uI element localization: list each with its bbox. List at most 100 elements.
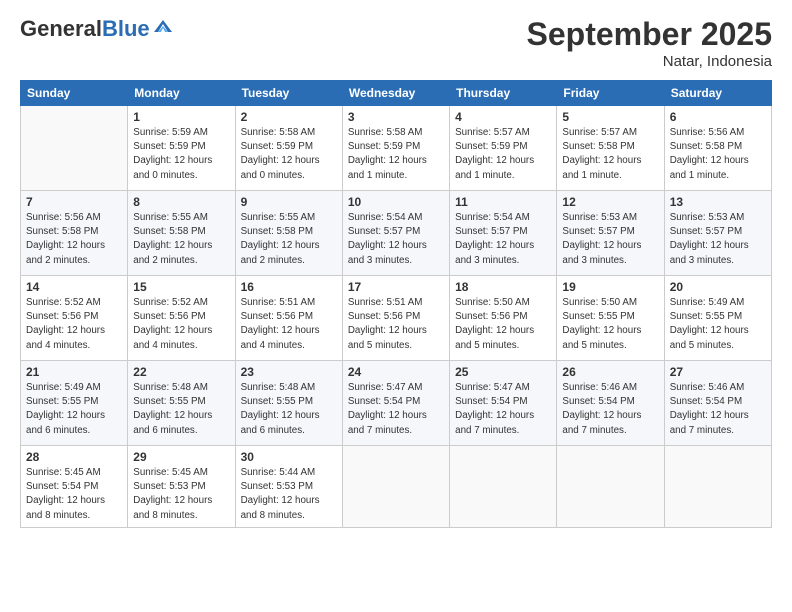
- table-row: 15 Sunrise: 5:52 AMSunset: 5:56 PMDayligh…: [128, 276, 235, 361]
- table-row: 13Sunrise: 5:53 AMSunset: 5:57 PMDayligh…: [664, 191, 771, 276]
- table-row: 12 Sunrise: 5:53 AMSunset: 5:57 PMDayligh…: [557, 191, 664, 276]
- day-number: 2: [241, 110, 337, 124]
- day-number: 19: [562, 280, 658, 294]
- day-number: 21: [26, 365, 122, 379]
- table-row: 2 Sunrise: 5:58 AMSunset: 5:59 PMDaylight…: [235, 106, 342, 191]
- day-info: Sunrise: 5:55 AMSunset: 5:58 PMDaylight:…: [133, 211, 229, 268]
- table-row: 11 Sunrise: 5:54 AMSunset: 5:57 PMDayligh…: [450, 191, 557, 276]
- day-number: 15: [133, 280, 229, 294]
- table-row: 21 Sunrise: 5:49 AMSunset: 5:55 PMDayligh…: [21, 361, 128, 446]
- day-number: 16: [241, 280, 337, 294]
- day-number: 18: [455, 280, 551, 294]
- day-number: 22: [133, 365, 229, 379]
- day-number: 28: [26, 450, 122, 464]
- day-info: Sunrise: 5:52 AMSunset: 5:56 PMDaylight:…: [133, 296, 229, 353]
- table-row: 24 Sunrise: 5:47 AMSunset: 5:54 PMDayligh…: [342, 361, 449, 446]
- table-row: 9Sunrise: 5:55 AMSunset: 5:58 PMDaylight…: [235, 191, 342, 276]
- col-wednesday: Wednesday: [342, 81, 449, 106]
- table-row: 20 Sunrise: 5:49 AMSunset: 5:55 PMDayligh…: [664, 276, 771, 361]
- table-row: 1Sunrise: 5:59 AMSunset: 5:59 PMDaylight…: [128, 106, 235, 191]
- day-number: 5: [562, 110, 658, 124]
- day-info: Sunrise: 5:44 AMSunset: 5:53 PMDaylight:…: [241, 466, 337, 523]
- logo: General Blue: [20, 16, 174, 42]
- day-info: Sunrise: 5:53 AMSunset: 5:57 PMDaylight:…: [562, 211, 658, 268]
- location: Natar, Indonesia: [527, 53, 772, 70]
- table-row: 3 Sunrise: 5:58 AMSunset: 5:59 PMDaylight…: [342, 106, 449, 191]
- day-number: 11: [455, 195, 551, 209]
- day-info: Sunrise: 5:45 AMSunset: 5:53 PMDaylight:…: [133, 466, 229, 523]
- day-number: 12: [562, 195, 658, 209]
- day-info: Sunrise: 5:49 AMSunset: 5:55 PMDaylight:…: [26, 381, 122, 438]
- day-info: Sunrise: 5:49 AMSunset: 5:55 PMDaylight:…: [670, 296, 766, 353]
- day-number: 27: [670, 365, 766, 379]
- day-number: 4: [455, 110, 551, 124]
- logo-icon: [152, 18, 174, 36]
- day-info: Sunrise: 5:48 AMSunset: 5:55 PMDaylight:…: [133, 381, 229, 438]
- day-number: 29: [133, 450, 229, 464]
- table-row: 19 Sunrise: 5:50 AMSunset: 5:55 PMDayligh…: [557, 276, 664, 361]
- day-number: 24: [348, 365, 444, 379]
- day-info: Sunrise: 5:46 AMSunset: 5:54 PMDaylight:…: [670, 381, 766, 438]
- table-row: 22 Sunrise: 5:48 AMSunset: 5:55 PMDayligh…: [128, 361, 235, 446]
- calendar-header-row: Sunday Monday Tuesday Wednesday Thursday…: [21, 81, 772, 106]
- day-number: 9: [241, 195, 337, 209]
- table-row: 26 Sunrise: 5:46 AMSunset: 5:54 PMDayligh…: [557, 361, 664, 446]
- table-row: 8 Sunrise: 5:55 AMSunset: 5:58 PMDaylight…: [128, 191, 235, 276]
- day-number: 17: [348, 280, 444, 294]
- table-row: [450, 446, 557, 528]
- col-tuesday: Tuesday: [235, 81, 342, 106]
- day-number: 14: [26, 280, 122, 294]
- table-row: [21, 106, 128, 191]
- day-number: 25: [455, 365, 551, 379]
- table-row: [664, 446, 771, 528]
- day-info: Sunrise: 5:58 AMSunset: 5:59 PMDaylight:…: [241, 126, 337, 183]
- header: General Blue September 2025 Natar, Indon…: [20, 16, 772, 70]
- col-thursday: Thursday: [450, 81, 557, 106]
- table-row: 18 Sunrise: 5:50 AMSunset: 5:56 PMDayligh…: [450, 276, 557, 361]
- logo-blue: Blue: [102, 16, 150, 42]
- title-section: September 2025 Natar, Indonesia: [527, 16, 772, 70]
- day-number: 30: [241, 450, 337, 464]
- table-row: 7Sunrise: 5:56 AMSunset: 5:58 PMDaylight…: [21, 191, 128, 276]
- day-info: Sunrise: 5:53 AMSunset: 5:57 PMDaylight:…: [670, 211, 766, 268]
- day-number: 10: [348, 195, 444, 209]
- table-row: 5 Sunrise: 5:57 AMSunset: 5:58 PMDaylight…: [557, 106, 664, 191]
- table-row: [557, 446, 664, 528]
- logo-general: General: [20, 16, 102, 42]
- day-info: Sunrise: 5:54 AMSunset: 5:57 PMDaylight:…: [455, 211, 551, 268]
- table-row: 16 Sunrise: 5:51 AMSunset: 5:56 PMDayligh…: [235, 276, 342, 361]
- day-number: 23: [241, 365, 337, 379]
- table-row: 6 Sunrise: 5:56 AMSunset: 5:58 PMDaylight…: [664, 106, 771, 191]
- day-info: Sunrise: 5:51 AMSunset: 5:56 PMDaylight:…: [348, 296, 444, 353]
- day-number: 8: [133, 195, 229, 209]
- day-info: Sunrise: 5:47 AMSunset: 5:54 PMDaylight:…: [348, 381, 444, 438]
- table-row: 10Sunrise: 5:54 AMSunset: 5:57 PMDayligh…: [342, 191, 449, 276]
- table-row: 14Sunrise: 5:52 AMSunset: 5:56 PMDayligh…: [21, 276, 128, 361]
- day-number: 3: [348, 110, 444, 124]
- day-info: Sunrise: 5:56 AMSunset: 5:58 PMDaylight:…: [26, 211, 122, 268]
- table-row: [342, 446, 449, 528]
- page: General Blue September 2025 Natar, Indon…: [0, 0, 792, 612]
- day-number: 26: [562, 365, 658, 379]
- day-number: 20: [670, 280, 766, 294]
- table-row: 17 Sunrise: 5:51 AMSunset: 5:56 PMDayligh…: [342, 276, 449, 361]
- day-info: Sunrise: 5:57 AMSunset: 5:58 PMDaylight:…: [562, 126, 658, 183]
- day-info: Sunrise: 5:50 AMSunset: 5:55 PMDaylight:…: [562, 296, 658, 353]
- day-info: Sunrise: 5:58 AMSunset: 5:59 PMDaylight:…: [348, 126, 444, 183]
- col-friday: Friday: [557, 81, 664, 106]
- day-info: Sunrise: 5:51 AMSunset: 5:56 PMDaylight:…: [241, 296, 337, 353]
- day-info: Sunrise: 5:50 AMSunset: 5:56 PMDaylight:…: [455, 296, 551, 353]
- day-info: Sunrise: 5:59 AMSunset: 5:59 PMDaylight:…: [133, 126, 229, 183]
- day-info: Sunrise: 5:46 AMSunset: 5:54 PMDaylight:…: [562, 381, 658, 438]
- table-row: 23 Sunrise: 5:48 AMSunset: 5:55 PMDayligh…: [235, 361, 342, 446]
- table-row: 25 Sunrise: 5:47 AMSunset: 5:54 PMDayligh…: [450, 361, 557, 446]
- day-info: Sunrise: 5:47 AMSunset: 5:54 PMDaylight:…: [455, 381, 551, 438]
- day-info: Sunrise: 5:57 AMSunset: 5:59 PMDaylight:…: [455, 126, 551, 183]
- calendar-table: Sunday Monday Tuesday Wednesday Thursday…: [20, 80, 772, 528]
- day-info: Sunrise: 5:48 AMSunset: 5:55 PMDaylight:…: [241, 381, 337, 438]
- col-saturday: Saturday: [664, 81, 771, 106]
- col-sunday: Sunday: [21, 81, 128, 106]
- col-monday: Monday: [128, 81, 235, 106]
- day-info: Sunrise: 5:56 AMSunset: 5:58 PMDaylight:…: [670, 126, 766, 183]
- day-number: 6: [670, 110, 766, 124]
